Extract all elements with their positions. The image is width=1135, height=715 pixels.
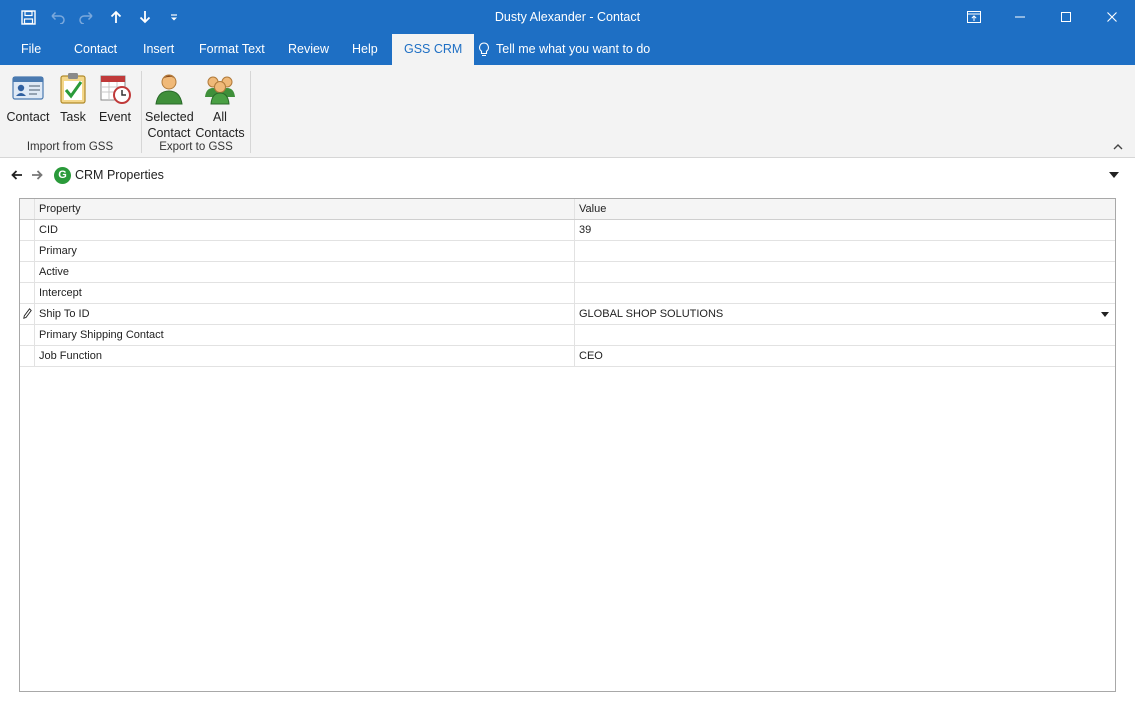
property-column-header[interactable]: Property: [35, 199, 575, 219]
forward-arrow-icon[interactable]: [31, 168, 43, 183]
tab-review[interactable]: Review: [276, 34, 341, 65]
person-icon: [152, 71, 186, 105]
window-controls: [951, 0, 1135, 34]
export-group-label: Export to GSS: [159, 141, 233, 153]
row-indicator-header: [20, 199, 35, 219]
edit-pencil-icon: [23, 308, 32, 319]
tab-gss-crm[interactable]: GSS CRM: [392, 34, 475, 65]
property-cell: Active: [35, 262, 575, 282]
row-indicator: [20, 241, 35, 261]
table-row[interactable]: Job Function CEO: [20, 346, 1115, 367]
nav-dropdown-icon[interactable]: [1109, 169, 1119, 181]
ship-to-id-dropdown[interactable]: GLOBAL SHOP SOLUTIONS: [575, 304, 1115, 324]
arrow-down-icon[interactable]: [130, 0, 159, 34]
row-indicator: [20, 283, 35, 303]
tab-help[interactable]: Help: [340, 34, 390, 65]
value-cell: [575, 325, 1115, 345]
ribbon-tabs: File Contact Insert Format Text Review H…: [0, 34, 1135, 65]
export-selected-line1: Selected: [145, 110, 194, 124]
customize-qat-icon[interactable]: [159, 0, 188, 34]
import-event-label: Event: [99, 110, 131, 124]
row-indicator: [20, 346, 35, 366]
export-all-line1: All: [213, 110, 227, 124]
row-indicator: [20, 325, 35, 345]
back-arrow-icon[interactable]: [11, 168, 23, 183]
value-cell: [575, 283, 1115, 303]
import-event-button[interactable]: Event: [96, 71, 134, 125]
save-icon[interactable]: [14, 0, 43, 34]
property-cell: Primary: [35, 241, 575, 261]
people-icon: [203, 71, 237, 105]
group-separator: [250, 71, 251, 153]
value-cell: [575, 262, 1115, 282]
tab-file[interactable]: File: [9, 34, 53, 65]
import-task-label: Task: [60, 110, 86, 124]
quick-access-toolbar: [14, 0, 188, 34]
value-cell: [575, 241, 1115, 261]
task-clipboard-icon: [56, 71, 90, 105]
maximize-icon[interactable]: [1043, 0, 1089, 34]
collapse-ribbon-icon[interactable]: [1113, 141, 1123, 153]
value-cell[interactable]: CEO: [575, 346, 1115, 366]
table-row[interactable]: Primary: [20, 241, 1115, 262]
table-row[interactable]: CID 39: [20, 220, 1115, 241]
tab-insert[interactable]: Insert: [131, 34, 186, 65]
tab-format-text[interactable]: Format Text: [187, 34, 277, 65]
import-group-label: Import from GSS: [26, 141, 114, 153]
row-indicator: [20, 220, 35, 240]
dropdown-value: GLOBAL SHOP SOLUTIONS: [579, 308, 724, 320]
dropdown-arrow-icon[interactable]: [1101, 304, 1109, 324]
property-cell: CID: [35, 220, 575, 240]
tell-me-search[interactable]: Tell me what you want to do: [478, 34, 650, 65]
property-cell: Primary Shipping Contact: [35, 325, 575, 345]
table-row[interactable]: Active: [20, 262, 1115, 283]
row-indicator: [20, 262, 35, 282]
export-selected-contact-button[interactable]: Selected Contact: [145, 71, 194, 141]
contact-card-icon: [11, 71, 45, 105]
crm-properties-title: CRM Properties: [75, 168, 164, 182]
title-bar: Dusty Alexander - Contact: [0, 0, 1135, 34]
value-column-header[interactable]: Value: [575, 199, 1115, 219]
import-contact-button[interactable]: Contact: [6, 71, 50, 125]
redo-icon[interactable]: [72, 0, 101, 34]
property-cell: Job Function: [35, 346, 575, 366]
minimize-icon[interactable]: [997, 0, 1043, 34]
export-all-contacts-button[interactable]: All Contacts: [195, 71, 245, 141]
value-cell[interactable]: 39: [575, 220, 1115, 240]
table-row[interactable]: Primary Shipping Contact: [20, 325, 1115, 346]
ribbon-panel: Contact Task Event Import from GSS Selec…: [0, 65, 1135, 158]
export-all-line2: Contacts: [195, 126, 245, 140]
ribbon-display-options-icon[interactable]: [951, 0, 997, 34]
import-contact-label: Contact: [6, 110, 50, 124]
tell-me-text: Tell me what you want to do: [496, 42, 651, 56]
import-task-button[interactable]: Task: [56, 71, 90, 125]
calendar-event-icon: [98, 71, 132, 105]
crm-nav-bar: G CRM Properties: [0, 158, 1135, 194]
property-cell: Intercept: [35, 283, 575, 303]
gss-logo-icon: G: [54, 167, 71, 184]
grid-header-row: Property Value: [20, 199, 1115, 220]
property-cell: Ship To ID: [35, 304, 575, 324]
arrow-up-icon[interactable]: [101, 0, 130, 34]
table-row[interactable]: Intercept: [20, 283, 1115, 304]
property-grid: Property Value CID 39 Primary Active Int…: [19, 198, 1116, 692]
close-icon[interactable]: [1089, 0, 1135, 34]
row-indicator: [20, 304, 35, 324]
table-row[interactable]: Ship To ID GLOBAL SHOP SOLUTIONS: [20, 304, 1115, 325]
lightbulb-icon: [479, 41, 489, 56]
tab-contact[interactable]: Contact: [62, 34, 129, 65]
undo-icon[interactable]: [43, 0, 72, 34]
export-selected-line2: Contact: [147, 126, 191, 140]
